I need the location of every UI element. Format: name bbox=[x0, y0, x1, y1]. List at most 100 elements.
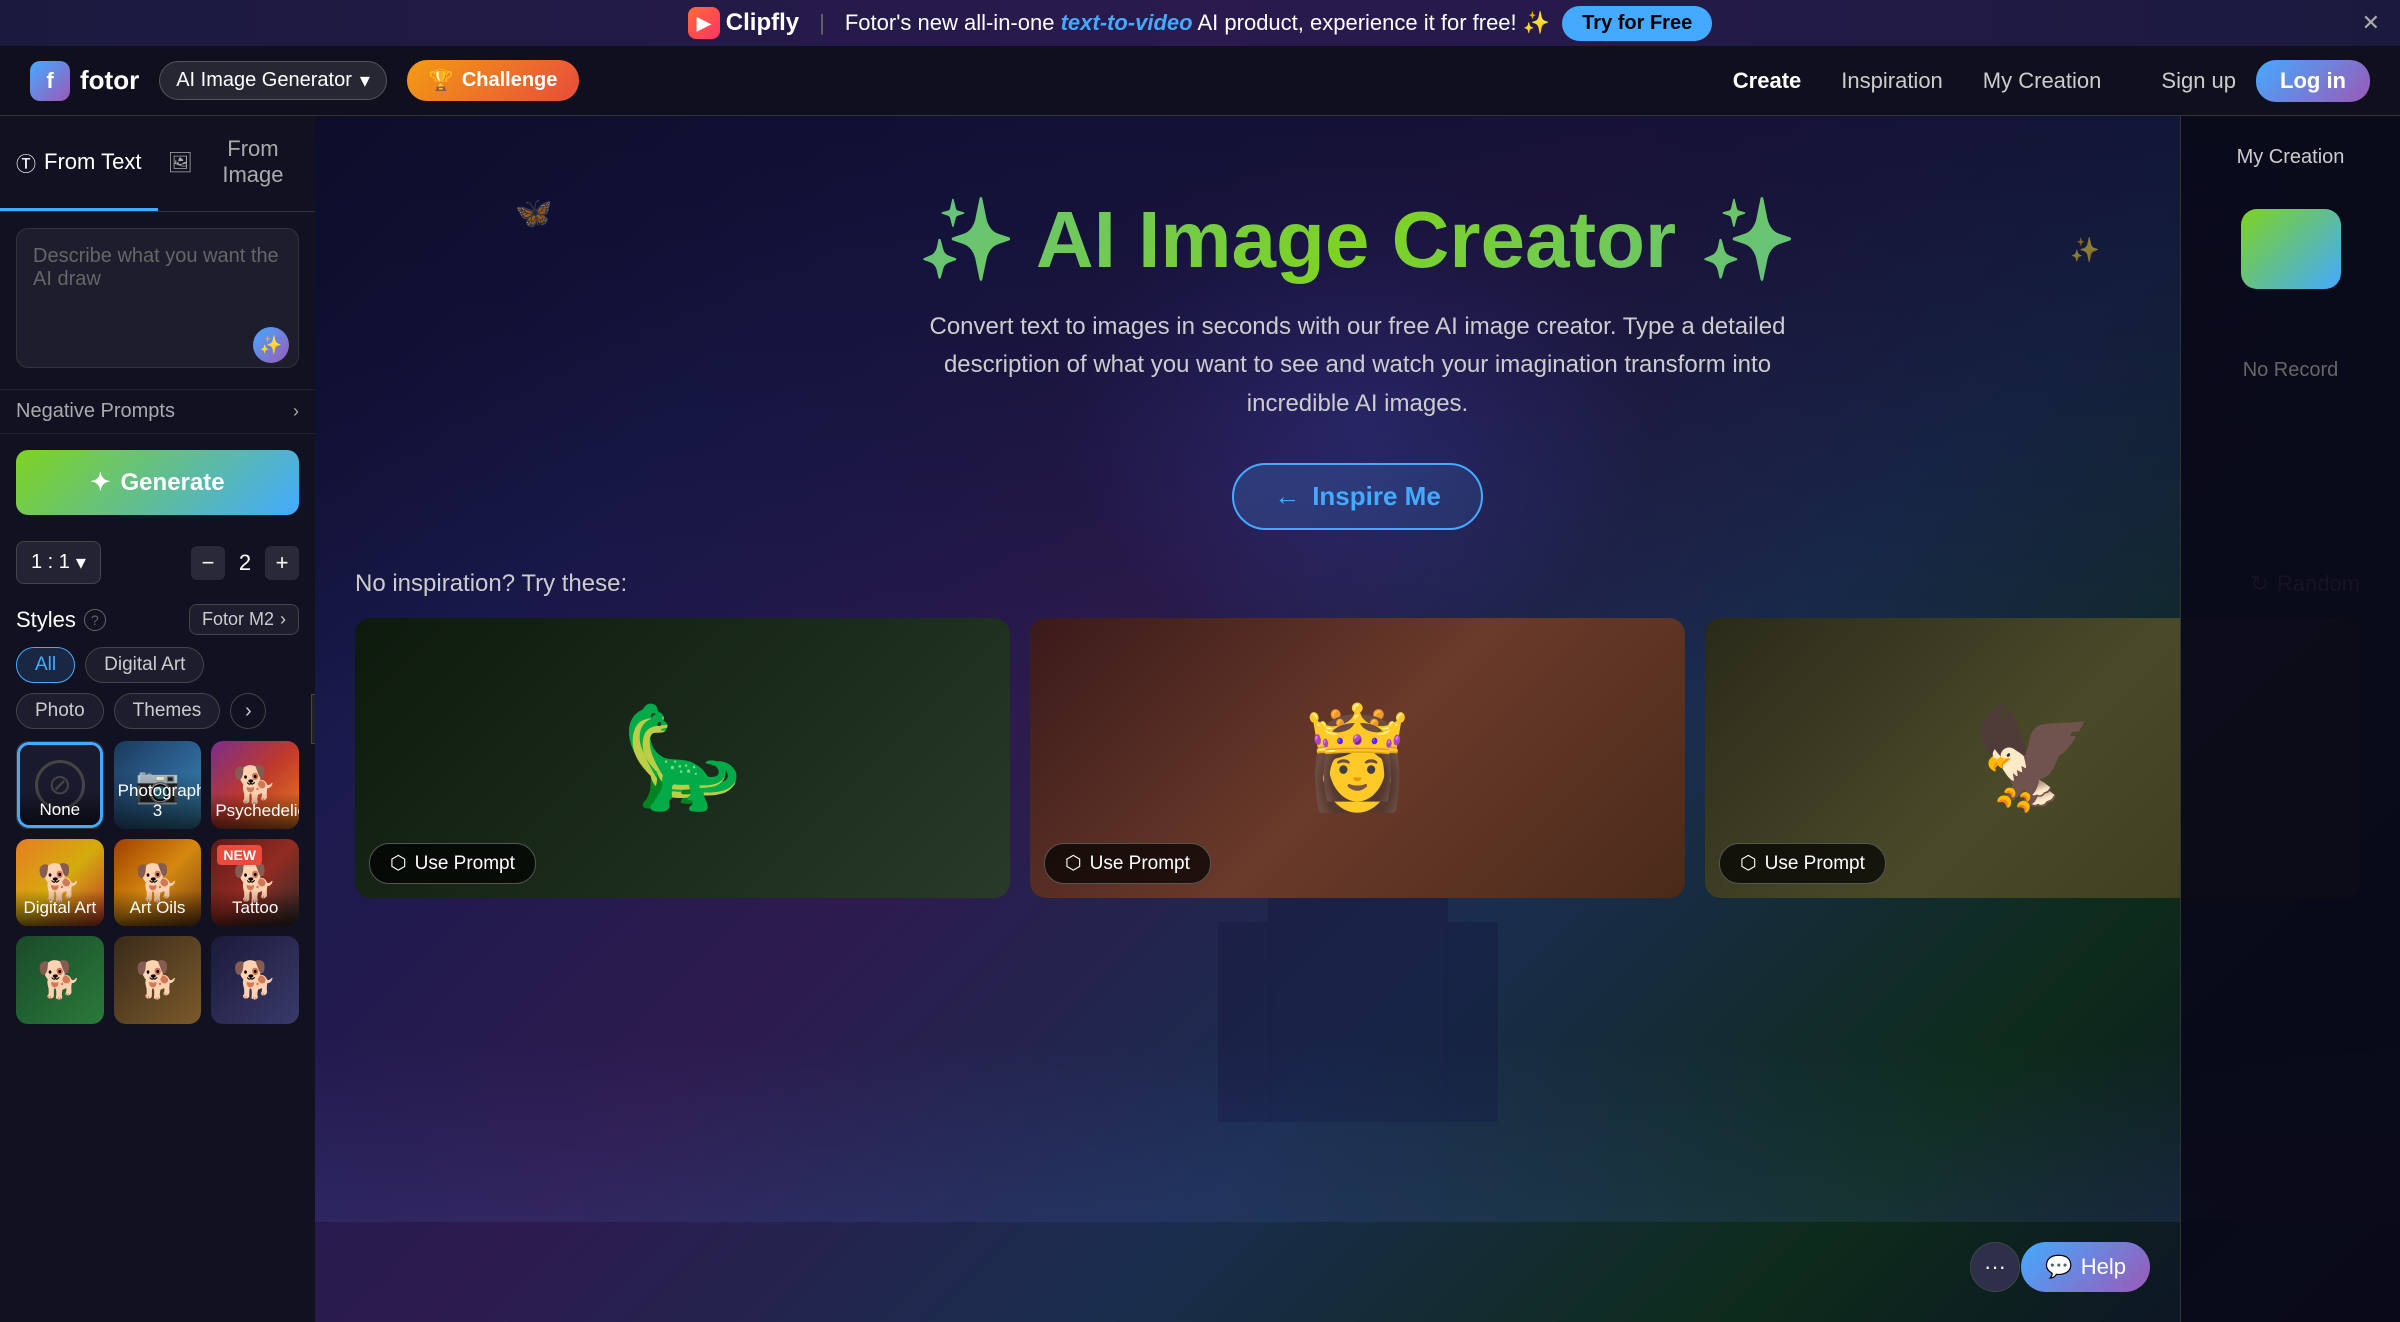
style-tag-themes[interactable]: Themes bbox=[114, 693, 221, 729]
clipfly-name: Clipfly bbox=[726, 9, 799, 37]
inspire-me-button[interactable]: ← Inspire Me bbox=[1232, 463, 1483, 530]
ratio-select[interactable]: 1 : 1 ▾ bbox=[16, 541, 101, 584]
style-tag-digital-art[interactable]: Digital Art bbox=[85, 647, 204, 683]
generate-section: ✦ Generate bbox=[0, 434, 315, 531]
sign-up-button[interactable]: Sign up bbox=[2161, 68, 2236, 94]
model-label: Fotor M2 bbox=[202, 609, 274, 630]
gallery-section: No inspiration? Try these: ↻ Random 🦕 ⬡ … bbox=[315, 570, 2400, 898]
style-tag-all[interactable]: All bbox=[16, 647, 75, 683]
hero-content: ✨ AI Image Creator ✨ Convert text to ima… bbox=[315, 116, 2400, 530]
style-card-art-oils[interactable]: 🐕 Art Oils bbox=[114, 839, 202, 927]
style-card-psychedelic-label: Psychedelic bbox=[211, 793, 299, 829]
use-prompt-label-3: Use Prompt bbox=[1765, 853, 1865, 875]
styles-header: Styles ? Fotor M2 › bbox=[16, 604, 299, 635]
count-controls: − 2 + bbox=[191, 546, 299, 580]
count-increase-button[interactable]: + bbox=[265, 546, 299, 580]
style-card-digital-art[interactable]: 🐕 Digital Art bbox=[16, 839, 104, 927]
header: f fotor AI Image Generator ▾ 🏆 Challenge… bbox=[0, 46, 2400, 116]
gallery-title: No inspiration? Try these: bbox=[355, 570, 627, 598]
nav-my-creation[interactable]: My Creation bbox=[1983, 68, 2102, 94]
count-decrease-button[interactable]: − bbox=[191, 546, 225, 580]
prompt-area: ✨ bbox=[0, 212, 315, 389]
negative-prompts-row[interactable]: Negative Prompts › bbox=[0, 389, 315, 434]
styles-text: Styles bbox=[16, 607, 76, 633]
my-creation-title: My Creation bbox=[2237, 146, 2345, 169]
image-tab-icon: 🖼 bbox=[168, 150, 193, 175]
prompt-icon-2: ⬡ bbox=[1065, 852, 1082, 875]
ratio-value: 1 : 1 bbox=[31, 551, 70, 574]
hero-subtitle: Convert text to images in seconds with o… bbox=[908, 308, 1808, 423]
gallery-card-1: 🦕 ⬡ Use Prompt bbox=[355, 618, 1010, 898]
style-card-psychedelic[interactable]: 🐕 Psychedelic bbox=[211, 741, 299, 829]
nav-inspiration[interactable]: Inspiration bbox=[1841, 68, 1943, 94]
style-card-extra-1[interactable]: 🐕 bbox=[16, 936, 104, 1024]
wand-icon: ✦ bbox=[90, 468, 110, 497]
challenge-button[interactable]: 🏆 Challenge bbox=[407, 60, 579, 101]
dots-menu-button[interactable]: ··· bbox=[1970, 1242, 2020, 1292]
style-card-new-badge: NEW bbox=[217, 845, 262, 865]
controls-row: 1 : 1 ▾ − 2 + bbox=[0, 531, 315, 594]
count-display: 2 bbox=[233, 550, 257, 576]
use-prompt-button-2[interactable]: ⬡ Use Prompt bbox=[1044, 843, 1211, 884]
from-image-label: From Image bbox=[201, 136, 305, 188]
enhance-icon[interactable]: ✨ bbox=[253, 327, 289, 363]
sidebar: Ⓣ From Text 🖼 From Image ✨ Negative Prom… bbox=[0, 116, 315, 1322]
try-for-free-button[interactable]: Try for Free bbox=[1562, 6, 1712, 41]
help-button[interactable]: 💬 Help bbox=[2021, 1242, 2150, 1292]
nav-create[interactable]: Create bbox=[1733, 68, 1801, 94]
banner-text: Fotor's new all-in-one text-to-video AI … bbox=[845, 10, 1550, 36]
use-prompt-label-1: Use Prompt bbox=[415, 853, 515, 875]
no-record-image bbox=[2231, 209, 2351, 329]
arrow-left-icon: ← bbox=[1274, 481, 1300, 512]
style-card-none[interactable]: ⊘ None bbox=[16, 741, 104, 829]
fotor-logo-icon: f bbox=[30, 61, 70, 101]
use-prompt-label-2: Use Prompt bbox=[1090, 853, 1190, 875]
center-area: 🦋 ✨ ✨ AI Image Creator ✨ Convert text to… bbox=[315, 116, 2400, 1322]
style-card-extra-2[interactable]: 🐕 bbox=[114, 936, 202, 1024]
model-select[interactable]: Fotor M2 › bbox=[189, 604, 299, 635]
style-card-photography[interactable]: 📷 Photography 3 bbox=[114, 741, 202, 829]
style-card-tattoo-label: Tattoo bbox=[211, 890, 299, 926]
use-prompt-button-3[interactable]: ⬡ Use Prompt bbox=[1719, 843, 1886, 884]
gallery-grid: 🦕 ⬡ Use Prompt 👸 ⬡ Use Prompt bbox=[355, 618, 2360, 898]
hero-title: ✨ AI Image Creator ✨ bbox=[315, 196, 2400, 284]
dots-icon: ··· bbox=[1984, 1254, 2006, 1280]
log-in-button[interactable]: Log in bbox=[2256, 60, 2370, 102]
styles-label: Styles ? bbox=[16, 607, 106, 633]
chevron-down-icon: ▾ bbox=[360, 68, 370, 93]
ai-generator-dropdown[interactable]: AI Image Generator ▾ bbox=[159, 61, 387, 100]
header-right: Sign up Log in bbox=[2161, 60, 2370, 102]
negative-prompts-label: Negative Prompts bbox=[16, 400, 175, 423]
prompt-icon-1: ⬡ bbox=[390, 852, 407, 875]
style-card-none-label: None bbox=[17, 792, 103, 828]
close-banner-button[interactable]: ✕ bbox=[2362, 10, 2380, 36]
style-card-extra-3[interactable]: 🐕 bbox=[211, 936, 299, 1024]
fotor-brand: fotor bbox=[80, 65, 139, 96]
inspire-me-label: Inspire Me bbox=[1312, 481, 1441, 512]
style-card-tattoo[interactable]: NEW 🐕 Tattoo bbox=[211, 839, 299, 927]
style-tags-scroll-right[interactable]: › bbox=[230, 693, 266, 729]
tab-from-image[interactable]: 🖼 From Image bbox=[158, 116, 316, 211]
style-tag-photo[interactable]: Photo bbox=[16, 693, 104, 729]
clipfly-icon: ▶ bbox=[688, 7, 720, 39]
style-grid-row2: 🐕 🐕 🐕 bbox=[16, 936, 299, 1024]
no-record-label: No Record bbox=[2243, 359, 2339, 382]
style-card-digital-art-label: Digital Art bbox=[16, 890, 104, 926]
sidebar-collapse-button[interactable]: ‹ bbox=[311, 694, 315, 744]
tab-from-text[interactable]: Ⓣ From Text bbox=[0, 116, 158, 211]
prompt-icon-3: ⬡ bbox=[1740, 852, 1757, 875]
style-tags: All Digital Art Photo Themes › bbox=[16, 647, 299, 729]
use-prompt-button-1[interactable]: ⬡ Use Prompt bbox=[369, 843, 536, 884]
sidebar-tabs: Ⓣ From Text 🖼 From Image bbox=[0, 116, 315, 212]
main-layout: Ⓣ From Text 🖼 From Image ✨ Negative Prom… bbox=[0, 116, 2400, 1322]
banner-divider: | bbox=[819, 10, 825, 36]
clipfly-logo: ▶ Clipfly bbox=[688, 7, 799, 39]
style-card-art-oils-label: Art Oils bbox=[114, 890, 202, 926]
styles-section: Styles ? Fotor M2 › All Digital Art Phot… bbox=[0, 594, 315, 1034]
none-icon: ⊘ bbox=[35, 760, 85, 810]
generate-button[interactable]: ✦ Generate bbox=[16, 450, 299, 515]
help-icon: 💬 bbox=[2045, 1254, 2072, 1280]
gallery-card-2: 👸 ⬡ Use Prompt bbox=[1030, 618, 1685, 898]
styles-help-icon[interactable]: ? bbox=[84, 609, 106, 631]
gallery-header: No inspiration? Try these: ↻ Random bbox=[355, 570, 2360, 598]
